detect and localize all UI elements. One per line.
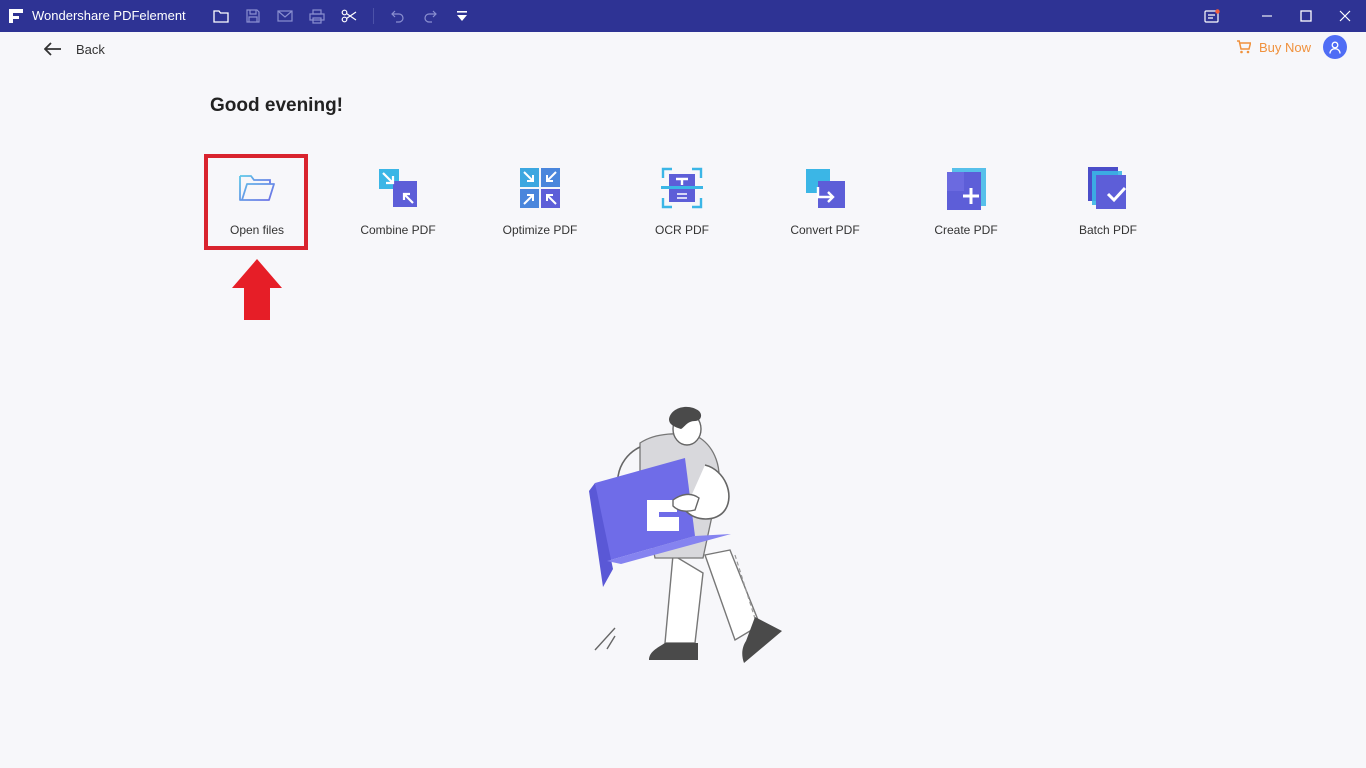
tool-combine-pdf[interactable]: Combine PDF — [343, 160, 453, 248]
app-title: Wondershare PDFelement — [32, 8, 186, 23]
back-label: Back — [76, 41, 105, 57]
maximize-button[interactable] — [1286, 0, 1326, 32]
mail-icon[interactable] — [276, 7, 294, 25]
tool-batch-pdf[interactable]: Batch PDF — [1053, 160, 1163, 248]
customize-toolbar-dropdown-icon[interactable] — [453, 7, 471, 25]
greeting-heading: Good evening! — [210, 95, 343, 116]
open-folder-toolbar-icon[interactable] — [212, 7, 230, 25]
undo-icon[interactable] — [389, 7, 407, 25]
tool-optimize-pdf[interactable]: Optimize PDF — [485, 160, 595, 248]
title-bar: Wondershare PDFelement — [0, 0, 1366, 32]
buy-now-button[interactable]: Buy Now — [1236, 38, 1311, 56]
redo-icon[interactable] — [421, 7, 439, 25]
create-icon — [947, 168, 986, 210]
tool-label: Batch PDF — [1078, 223, 1138, 237]
tool-create-pdf[interactable]: Create PDF — [911, 160, 1021, 248]
tool-label: Convert PDF — [790, 223, 860, 237]
cart-icon — [1237, 40, 1251, 54]
person-carrying-box-illustration — [589, 406, 782, 663]
highlight-annotation-box — [204, 154, 308, 250]
close-button[interactable] — [1325, 0, 1365, 32]
buy-now-label: Buy Now — [1259, 39, 1312, 55]
toolbar-divider — [373, 8, 374, 24]
ocr-icon — [661, 167, 703, 209]
tool-convert-pdf[interactable]: Convert PDF — [770, 160, 880, 248]
batch-icon — [1088, 167, 1127, 209]
tool-label: Optimize PDF — [502, 223, 578, 237]
red-arrow-annotation-icon — [232, 259, 282, 320]
tool-label: Create PDF — [934, 223, 998, 237]
back-button[interactable]: Back — [44, 38, 105, 60]
tool-label: OCR PDF — [655, 223, 709, 237]
scissors-icon[interactable] — [340, 7, 358, 25]
tool-ocr-pdf[interactable]: OCR PDF — [627, 160, 737, 248]
print-icon[interactable] — [308, 7, 326, 25]
minimize-button[interactable] — [1247, 0, 1287, 32]
back-arrow-icon — [44, 42, 61, 56]
app-logo-icon — [9, 9, 23, 23]
feedback-icon[interactable] — [1203, 7, 1221, 25]
combine-icon — [379, 169, 417, 207]
user-icon — [1329, 41, 1341, 54]
user-avatar[interactable] — [1323, 35, 1347, 59]
convert-icon — [806, 169, 845, 208]
tool-label: Combine PDF — [360, 223, 436, 237]
optimize-icon — [520, 168, 560, 208]
save-icon[interactable] — [244, 7, 262, 25]
